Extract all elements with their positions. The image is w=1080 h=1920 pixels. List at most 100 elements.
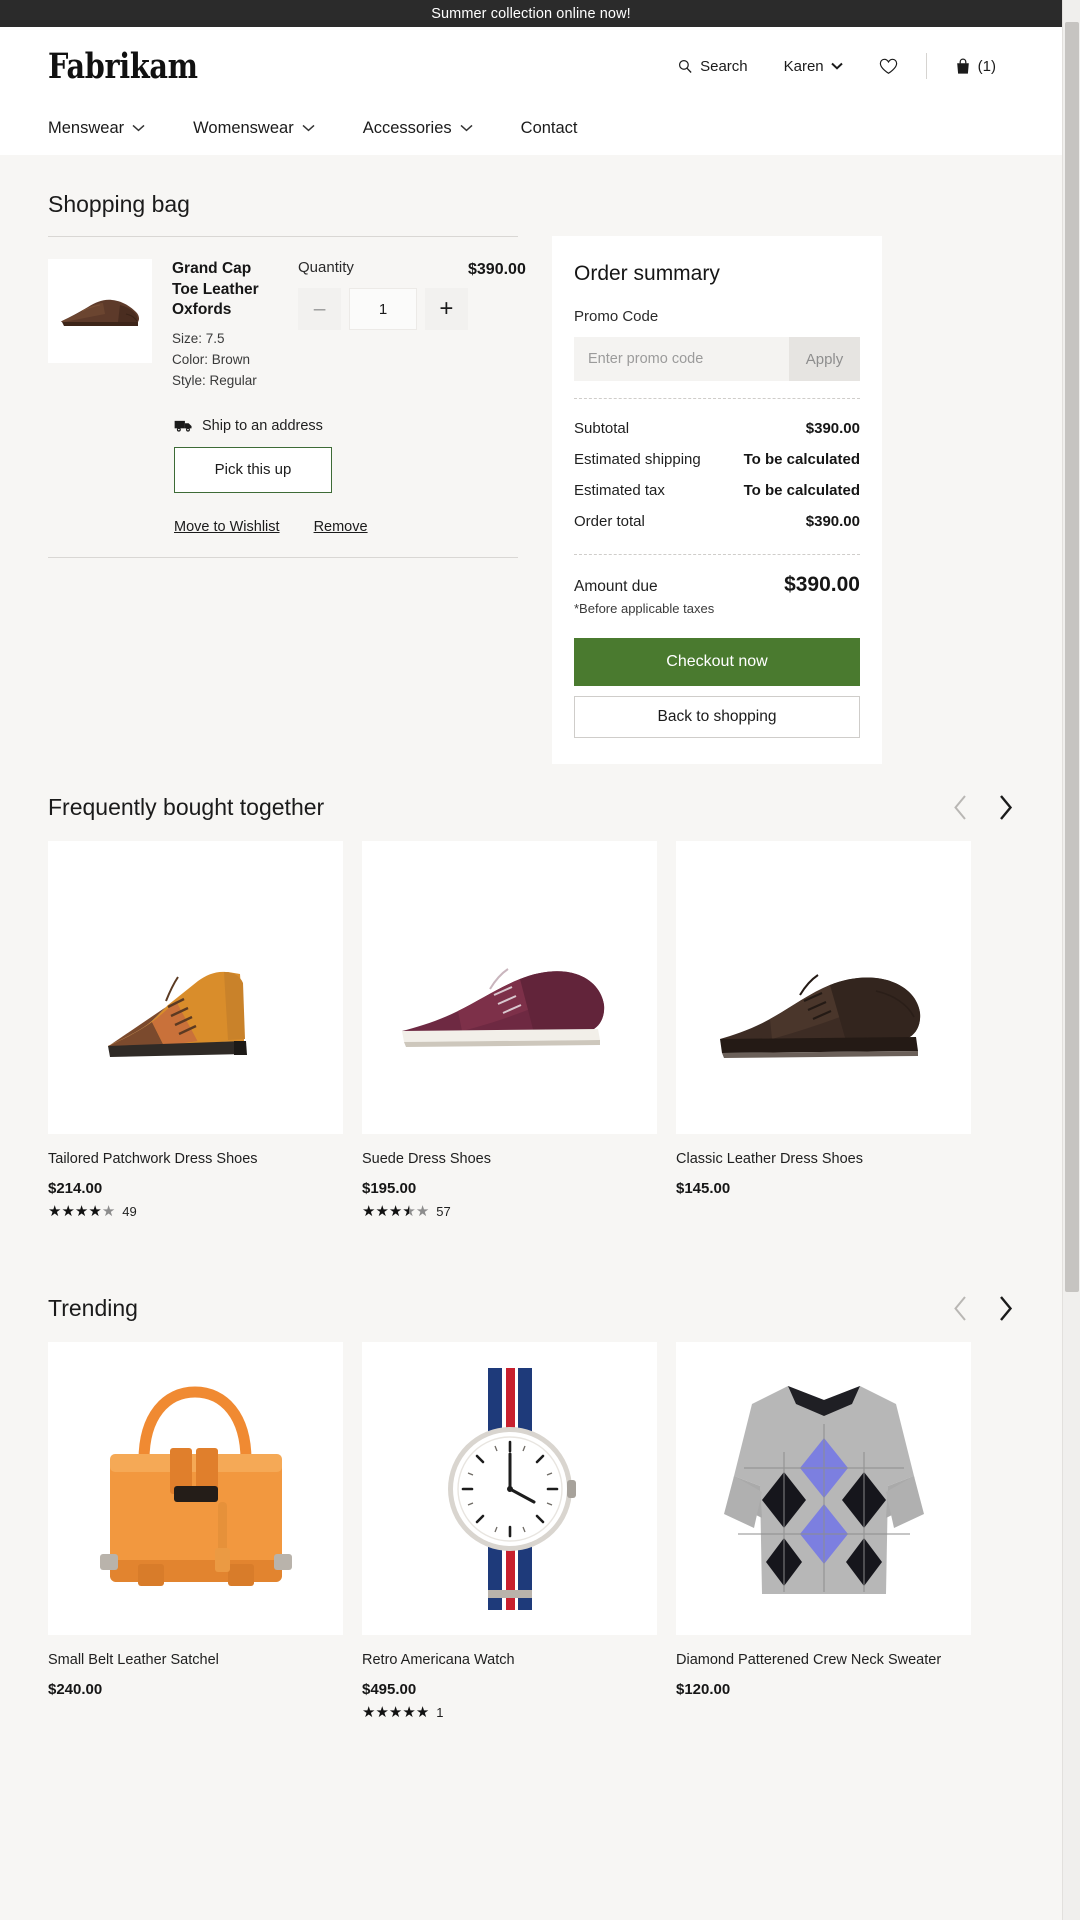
- pick-this-up-button[interactable]: Pick this up: [174, 446, 332, 493]
- move-to-wishlist-link[interactable]: Move to Wishlist: [174, 519, 280, 535]
- star-icon: ★: [415, 1202, 430, 1220]
- account-menu[interactable]: Karen: [766, 52, 861, 81]
- product-card[interactable]: Diamond Patterened Crew Neck Sweater $12…: [676, 1341, 971, 1720]
- product-price: $495.00: [362, 1680, 417, 1698]
- nav-label: Menswear: [48, 118, 125, 137]
- back-to-shopping-button[interactable]: Back to shopping: [574, 696, 860, 738]
- star-icon: ★: [402, 1204, 415, 1219]
- star-rating-icons: ★ ★ ★ ★ ★: [362, 1204, 429, 1219]
- nav-item-womenswear[interactable]: Womenswear: [193, 115, 337, 142]
- product-name: Tailored Patchwork Dress Shoes: [48, 1151, 258, 1167]
- product-name[interactable]: Grand Cap Toe Leather Oxfords: [172, 259, 280, 321]
- shopping-bag-button[interactable]: (1): [937, 52, 1014, 81]
- truck-icon: [174, 419, 193, 433]
- quantity-increment-button[interactable]: +: [424, 288, 468, 330]
- trending-section: Trending Small Belt Leather Satchel $240…: [48, 1219, 1014, 1720]
- amount-due-label: Amount due: [574, 578, 658, 595]
- carousel-arrows: [952, 794, 1014, 821]
- nav-label: Contact: [520, 118, 578, 137]
- product-grid: Tailored Patchwork Dress Shoes $214.00 ★…: [48, 841, 1014, 1219]
- product-card[interactable]: Classic Leather Dress Shoes $145.00: [676, 841, 971, 1219]
- product-card[interactable]: Retro Americana Watch $495.00 ★ ★ ★ ★ ★ …: [362, 1341, 657, 1720]
- scrollbar-thumb[interactable]: [1065, 22, 1079, 1292]
- main-navigation: Menswear Womenswear Accessories Contact: [48, 105, 1014, 151]
- remove-link[interactable]: Remove: [314, 519, 368, 535]
- product-image[interactable]: [362, 1341, 657, 1635]
- order-summary-title: Order summary: [574, 262, 720, 285]
- chevron-left-icon[interactable]: [952, 1295, 969, 1322]
- divider-bottom: [48, 556, 518, 558]
- page-content: Summer collection online now! Fabrikam S…: [0, 0, 1062, 1920]
- nav-item-contact[interactable]: Contact: [521, 115, 600, 142]
- product-name: Small Belt Leather Satchel: [48, 1651, 219, 1668]
- nav-item-menswear[interactable]: Menswear: [48, 115, 167, 142]
- quantity-stepper: – 1 +: [298, 288, 468, 330]
- bag-icon: [955, 57, 971, 75]
- nav-item-accessories[interactable]: Accessories: [363, 115, 495, 142]
- search-button[interactable]: Search: [660, 52, 766, 81]
- bag-line-item: Grand Cap Toe Leather Oxfords Size: 7.5 …: [48, 237, 526, 392]
- page-scrollbar[interactable]: [1062, 0, 1080, 1920]
- rating-count: 57: [436, 1203, 451, 1219]
- line-item-price: $390.00: [468, 261, 526, 278]
- attr-size: Size: 7.5: [172, 328, 280, 349]
- page-title: Shopping bag: [48, 191, 190, 217]
- quantity-decrement-button[interactable]: –: [298, 288, 342, 330]
- chevron-right-icon[interactable]: [997, 794, 1014, 821]
- promo-code-row: Apply: [574, 337, 860, 381]
- product-image[interactable]: [48, 1341, 343, 1635]
- carousel-header: Trending: [48, 1295, 1014, 1342]
- product-thumbnail[interactable]: [48, 259, 152, 363]
- summary-row-label: Estimated shipping: [574, 451, 701, 468]
- bag-items-column: Grand Cap Toe Leather Oxfords Size: 7.5 …: [48, 236, 526, 558]
- promo-banner-text: Summer collection online now!: [431, 5, 631, 22]
- star-icon: ★: [362, 1703, 376, 1721]
- quantity-block: Quantity – 1 +: [298, 259, 468, 392]
- quantity-value[interactable]: 1: [349, 288, 417, 330]
- product-price: $120.00: [676, 1680, 731, 1698]
- header-actions: Search Karen (1): [660, 52, 1014, 81]
- product-attributes: Size: 7.5 Color: Brown Style: Regular: [172, 328, 280, 392]
- apply-promo-button[interactable]: Apply: [789, 337, 860, 381]
- brand-logo[interactable]: Fabrikam: [48, 46, 198, 87]
- product-rating: ★ ★ ★ ★ ★ 57: [362, 1204, 657, 1219]
- chevron-right-icon[interactable]: [997, 1295, 1014, 1322]
- summary-row-value: To be calculated: [743, 482, 860, 499]
- summary-row-label: Estimated tax: [574, 482, 665, 499]
- attr-color: Color: Brown: [172, 349, 280, 370]
- attr-color-value: Brown: [211, 352, 251, 368]
- product-card[interactable]: Tailored Patchwork Dress Shoes $214.00 ★…: [48, 841, 343, 1219]
- product-price: $240.00: [48, 1680, 103, 1698]
- header-top-row: Fabrikam Search Karen (1): [48, 27, 1014, 105]
- amount-due-value: $390.00: [784, 573, 860, 596]
- product-price: $195.00: [362, 1179, 417, 1197]
- product-image[interactable]: [362, 841, 657, 1134]
- star-icon: ★: [48, 1202, 62, 1220]
- promo-code-label: Promo Code: [574, 308, 659, 325]
- bag-layout: Grand Cap Toe Leather Oxfords Size: 7.5 …: [48, 236, 1014, 764]
- summary-row-value: To be calculated: [743, 451, 860, 468]
- star-icon: ★: [362, 1202, 376, 1220]
- star-icon: ★: [375, 1202, 389, 1220]
- product-image[interactable]: [48, 841, 343, 1134]
- heart-icon: [879, 58, 898, 75]
- shipping-option-row[interactable]: Ship to an address: [174, 418, 518, 434]
- wishlist-button[interactable]: [861, 52, 916, 81]
- product-rating: ★ ★ ★ ★ ★ 1: [362, 1705, 657, 1720]
- star-icon: ★: [74, 1202, 89, 1220]
- product-image[interactable]: [676, 841, 971, 1134]
- carousel-header: Frequently bought together: [48, 794, 1014, 841]
- bag-count: (1): [977, 57, 996, 75]
- summary-row-label: Subtotal: [574, 420, 630, 437]
- product-image[interactable]: [676, 1341, 971, 1635]
- browser-viewport: Summer collection online now! Fabrikam S…: [0, 0, 1080, 1920]
- chevron-down-icon: [460, 124, 473, 132]
- star-icon: ★: [402, 1703, 416, 1721]
- chevron-left-icon[interactable]: [952, 794, 969, 821]
- shipping-option-label: Ship to an address: [202, 417, 323, 434]
- promo-code-input[interactable]: [574, 337, 789, 381]
- product-card[interactable]: Small Belt Leather Satchel $240.00: [48, 1341, 343, 1720]
- carousel-arrows: [952, 1295, 1014, 1322]
- checkout-now-button[interactable]: Checkout now: [574, 638, 860, 686]
- product-card[interactable]: Suede Dress Shoes $195.00 ★ ★ ★ ★ ★ 57: [362, 841, 657, 1219]
